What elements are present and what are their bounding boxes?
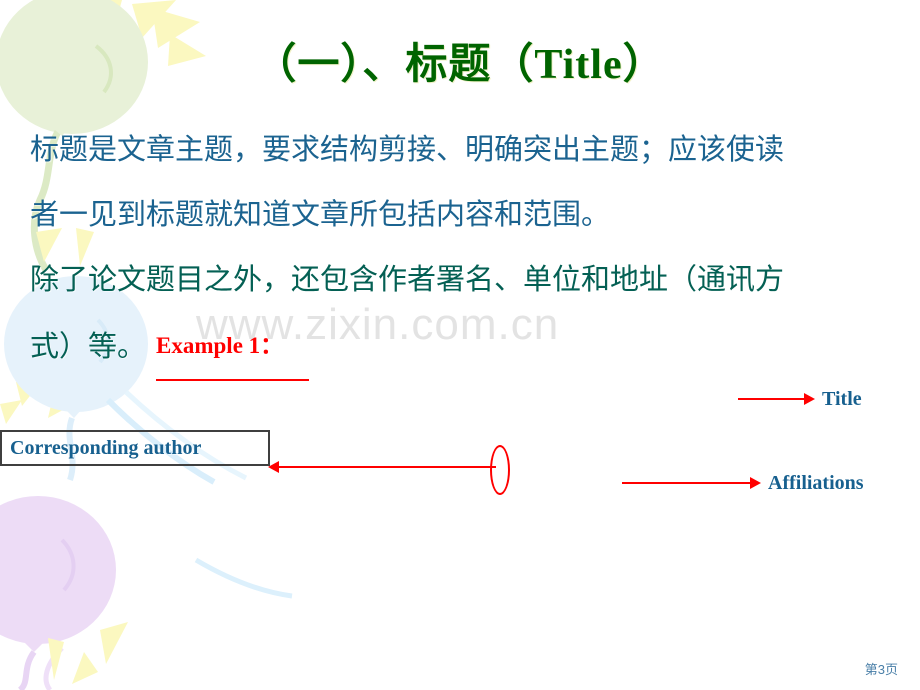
body-text-block: 标题是文章主题，要求结构剪接、明确突出主题；应该使读 者一见到标题就知道文章所包… xyxy=(30,118,900,381)
example-label: Example 1： xyxy=(156,313,310,381)
body-line-1: 标题是文章主题，要求结构剪接、明确突出主题；应该使读 xyxy=(30,134,785,166)
title-arrow-head-icon xyxy=(804,393,815,405)
body-line-2: 者一见到标题就知道文章所包括内容和范围。 xyxy=(30,199,611,231)
body-line-4: 式）等。 Example 1： xyxy=(30,313,900,381)
annotation-title-label: Title xyxy=(822,388,862,410)
body-line-4-text: 式）等。 xyxy=(30,331,147,363)
body-line-3: 除了论文题目之外，还包含作者署名、单位和地址（通讯方 xyxy=(30,264,785,296)
annotation-affiliations: Affiliations xyxy=(622,472,918,496)
swoosh-ribbons xyxy=(105,390,293,599)
balloon-purple xyxy=(0,496,116,690)
annotation-title: Title xyxy=(738,388,918,412)
title-arrow-line xyxy=(738,398,806,400)
affiliations-arrow-line xyxy=(622,482,752,484)
page-number: 第3页 xyxy=(864,662,898,677)
corresponding-author-label: Corresponding author xyxy=(10,436,202,459)
slide-title: （一）、标题（Title） xyxy=(254,42,666,88)
affiliations-arrow-head-icon xyxy=(750,477,761,489)
corresponding-author-box: Corresponding author xyxy=(0,430,270,466)
highlight-ellipse-icon xyxy=(490,445,510,495)
corresponding-arrow-line xyxy=(278,466,496,468)
annotation-affiliations-label: Affiliations xyxy=(768,472,864,494)
annotation-corresponding-author-pointer xyxy=(268,445,518,511)
slide-canvas: www.zixin.com.cn （一）、标题（Title） 标题是文章主题，要… xyxy=(0,0,920,690)
